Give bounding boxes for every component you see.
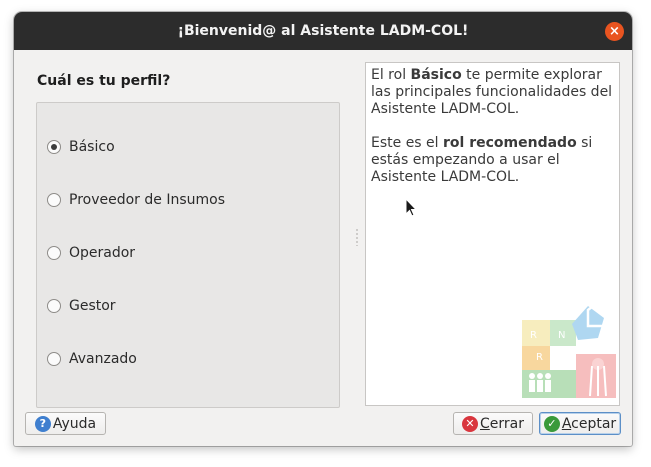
- window-close-button[interactable]: ×: [605, 22, 624, 41]
- label-rest: ceptar: [571, 415, 617, 432]
- radio-option-gestor[interactable]: Gestor: [47, 298, 116, 314]
- radio-button-checked[interactable]: [47, 140, 61, 154]
- mnemonic-letter: C: [480, 415, 490, 432]
- radio-button[interactable]: [47, 299, 61, 313]
- description-paragraph-2: Este es el rol recomendado si estás empe…: [371, 135, 615, 186]
- radio-label[interactable]: Básico: [69, 139, 115, 155]
- radio-label[interactable]: Gestor: [69, 298, 116, 314]
- cancel-button[interactable]: ✕ Cerrar: [453, 412, 533, 435]
- accept-button-label: Aceptar: [562, 416, 616, 432]
- logo-piece-green-2: [550, 370, 576, 398]
- radio-button[interactable]: [47, 193, 61, 207]
- radio-button[interactable]: [47, 352, 61, 366]
- mouse-cursor-icon: [405, 198, 418, 217]
- bold-text: Básico: [410, 67, 462, 83]
- splitter-handle[interactable]: [356, 228, 358, 246]
- label-rest: errar: [489, 415, 524, 432]
- profile-description: El rol Básico te permite explorar las pr…: [371, 67, 615, 203]
- logo-letter: R: [536, 352, 543, 363]
- radio-label[interactable]: Operador: [69, 245, 135, 261]
- profile-description-box: El rol Básico te permite explorar las pr…: [365, 62, 620, 406]
- check-icon: ✓: [543, 415, 560, 432]
- profile-heading: Cuál es tu perfil?: [37, 73, 171, 89]
- people-icon: [529, 373, 535, 379]
- help-button[interactable]: ? Ayuda: [25, 412, 106, 435]
- window-title: ¡Bienvenid@ al Asistente LADM-COL!: [177, 23, 469, 39]
- dialog-window: ¡Bienvenid@ al Asistente LADM-COL! × Cuá…: [14, 12, 632, 446]
- profile-pane: Cuál es tu perfil? Básico Proveedor de I…: [24, 60, 354, 410]
- help-icon: ?: [34, 415, 51, 432]
- radio-label[interactable]: Avanzado: [69, 351, 137, 367]
- ladm-col-logo-icon: R R N: [522, 300, 616, 398]
- radio-option-avanzado[interactable]: Avanzado: [47, 351, 137, 367]
- mnemonic-letter: A: [561, 415, 572, 432]
- radio-option-operador[interactable]: Operador: [47, 245, 135, 261]
- logo-letter: R: [530, 330, 537, 341]
- title-bar[interactable]: ¡Bienvenid@ al Asistente LADM-COL! ×: [14, 12, 632, 50]
- close-icon: ×: [609, 24, 620, 39]
- bold-text: rol recomendado: [443, 135, 577, 151]
- help-button-label: Ayuda: [52, 415, 97, 432]
- text-span: Este es el: [371, 135, 444, 151]
- description-paragraph-1: El rol Básico te permite explorar las pr…: [371, 67, 615, 118]
- accept-button[interactable]: ✓ Aceptar: [539, 412, 621, 435]
- text-span: El rol: [371, 67, 411, 83]
- profile-options-group: Básico Proveedor de Insumos Operador Ges…: [36, 102, 340, 408]
- cancel-icon: ✕: [462, 415, 478, 432]
- radio-option-proveedor-de-insumos[interactable]: Proveedor de Insumos: [47, 192, 225, 208]
- logo-letter: N: [558, 330, 565, 341]
- cancel-button-label: Cerrar: [480, 416, 524, 432]
- radio-button[interactable]: [47, 246, 61, 260]
- radio-option-basico[interactable]: Básico: [47, 139, 115, 155]
- radio-label[interactable]: Proveedor de Insumos: [69, 192, 225, 208]
